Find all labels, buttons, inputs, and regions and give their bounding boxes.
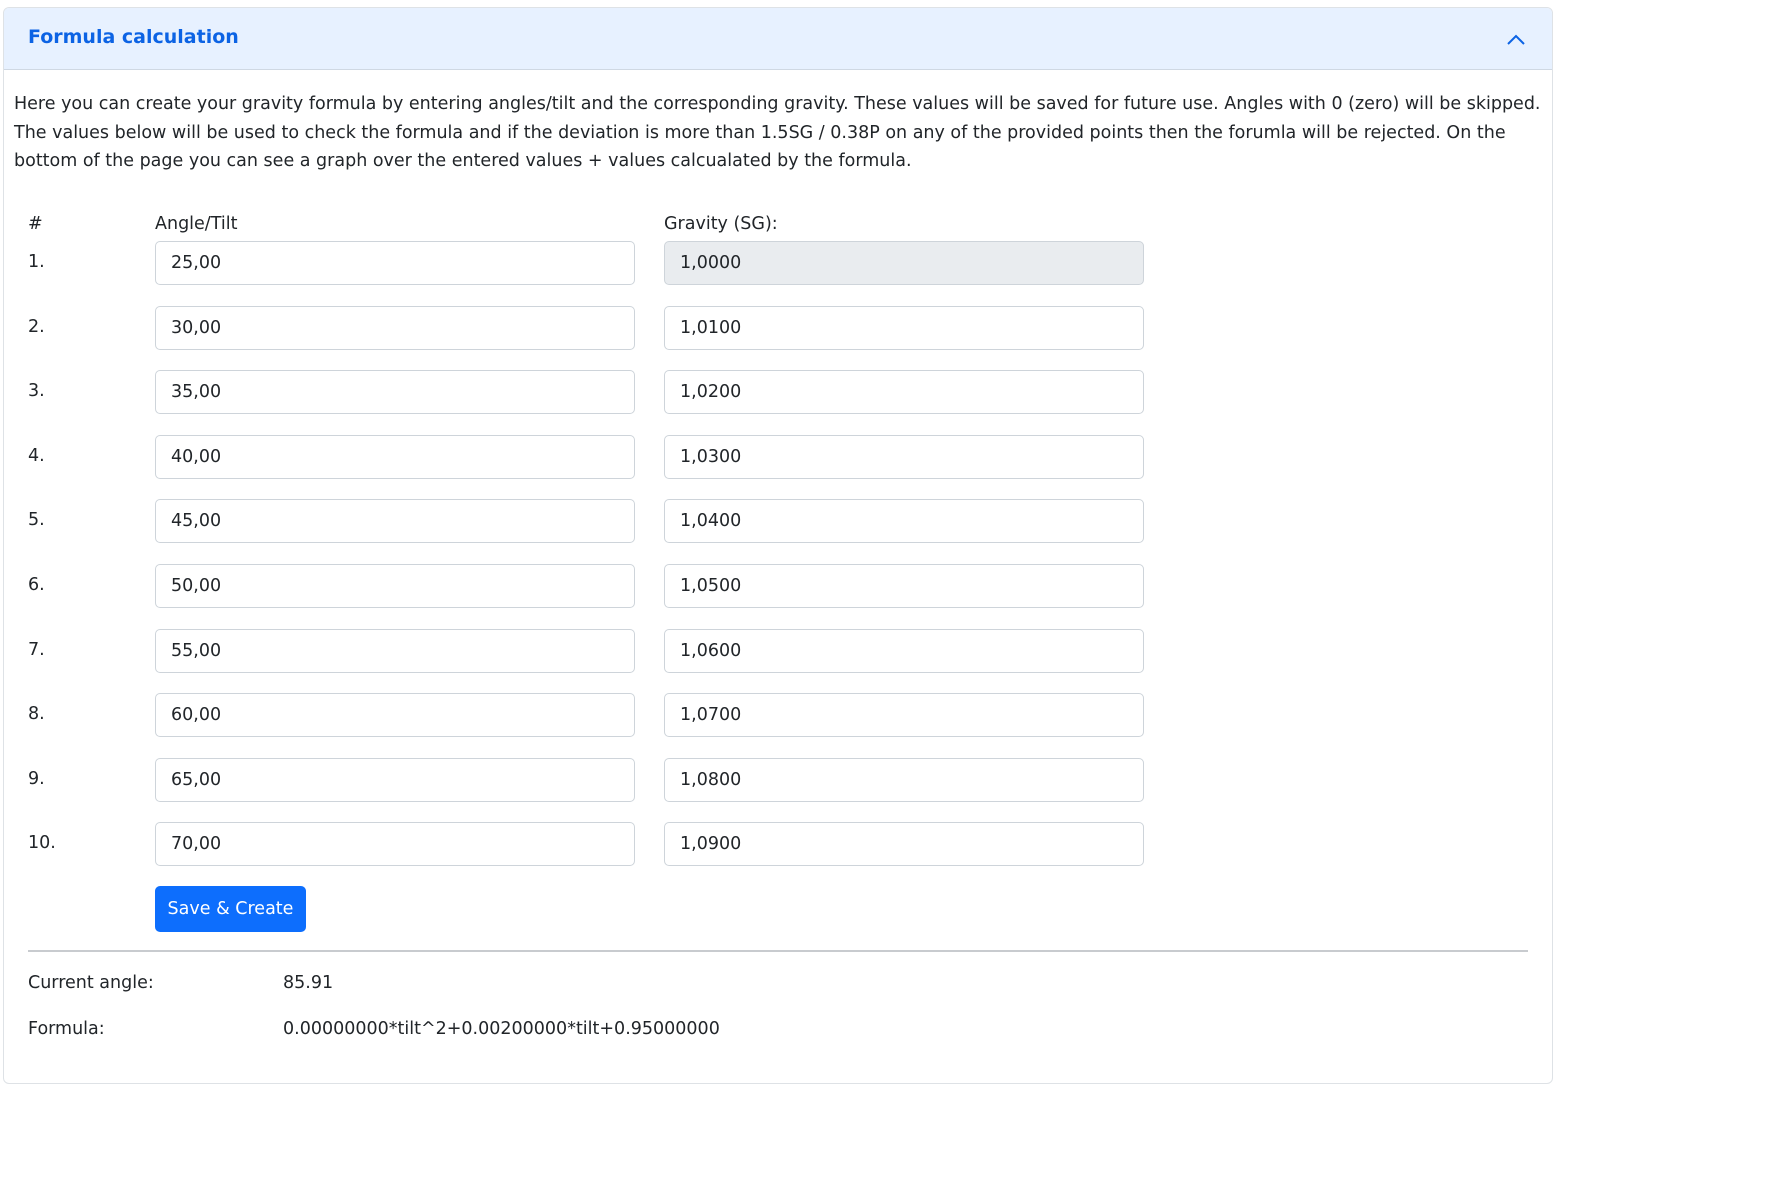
formula-calculation-card: Formula calculation Here you can create … [3,7,1553,1084]
row-number: 8. [28,704,45,724]
row-number: 4. [28,446,45,466]
angle-input[interactable] [155,822,635,866]
row-number: 7. [28,640,45,660]
gravity-input[interactable] [664,435,1144,479]
row-number: 3. [28,381,45,401]
angle-input[interactable] [155,435,635,479]
angle-input[interactable] [155,758,635,802]
column-header-number: # [28,214,43,234]
gravity-input [664,241,1144,285]
gravity-input[interactable] [664,822,1144,866]
column-header-angle: Angle/Tilt [155,214,238,234]
formula-value: 0.00000000*tilt^2+0.00200000*tilt+0.9500… [283,1019,720,1039]
angle-input[interactable] [155,241,635,285]
accordion-header[interactable]: Formula calculation [4,8,1552,70]
chevron-up-icon[interactable] [1506,30,1526,50]
angle-input[interactable] [155,370,635,414]
angle-input[interactable] [155,629,635,673]
gravity-input[interactable] [664,306,1144,350]
description-text: Here you can create your gravity formula… [14,94,1541,171]
divider [28,950,1528,952]
row-number: 9. [28,769,45,789]
angle-input[interactable] [155,693,635,737]
gravity-input[interactable] [664,370,1144,414]
row-number: 1. [28,252,45,272]
gravity-input[interactable] [664,564,1144,608]
angle-input[interactable] [155,306,635,350]
gravity-input[interactable] [664,629,1144,673]
gravity-input[interactable] [664,693,1144,737]
angle-input[interactable] [155,499,635,543]
gravity-input[interactable] [664,499,1144,543]
row-number: 10. [28,833,56,853]
formula-label: Formula: [28,1019,105,1039]
gravity-input[interactable] [664,758,1144,802]
card-title: Formula calculation [28,26,239,48]
row-number: 6. [28,575,45,595]
current-angle-label: Current angle: [28,973,154,993]
current-angle-value: 85.91 [283,973,334,993]
save-create-button[interactable]: Save & Create [155,886,306,932]
row-number: 2. [28,317,45,337]
column-header-gravity: Gravity (SG): [664,214,778,234]
row-number: 5. [28,510,45,530]
angle-input[interactable] [155,564,635,608]
